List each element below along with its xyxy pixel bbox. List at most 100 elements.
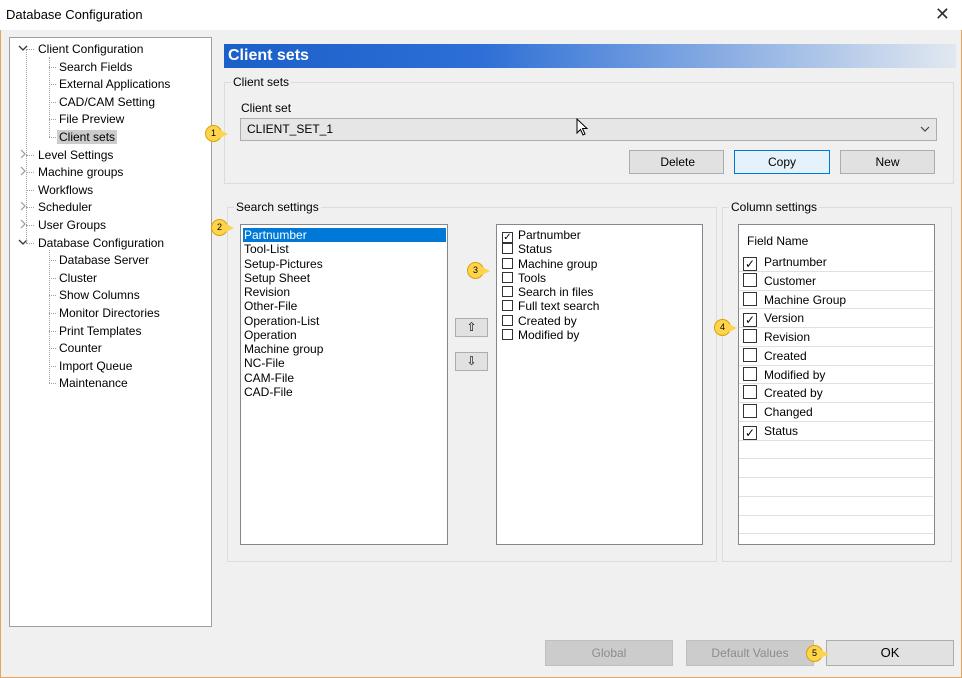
tree-item[interactable]: Client sets bbox=[57, 129, 118, 145]
list-item[interactable]: ✓ Partnumber bbox=[502, 228, 581, 243]
table-row[interactable]: Revision bbox=[739, 328, 933, 347]
tree-item[interactable]: Search Fields bbox=[57, 59, 134, 75]
tree-item[interactable]: Counter bbox=[57, 340, 104, 356]
move-up-button[interactable]: ⇧ bbox=[455, 318, 488, 337]
checkbox[interactable] bbox=[743, 404, 757, 418]
global-button[interactable]: Global bbox=[545, 640, 673, 666]
checkbox[interactable]: ✓ bbox=[743, 425, 757, 440]
move-down-button[interactable]: ⇩ bbox=[455, 352, 488, 371]
list-item[interactable]: Search in files bbox=[502, 285, 593, 299]
list-item[interactable]: Status bbox=[502, 242, 552, 256]
list-item[interactable]: Revision bbox=[244, 285, 290, 299]
delete-button[interactable]: Delete bbox=[629, 150, 724, 174]
tree-connector bbox=[49, 66, 56, 68]
checkbox[interactable] bbox=[502, 257, 513, 269]
tree-item[interactable]: User Groups bbox=[36, 217, 108, 233]
checkbox[interactable] bbox=[743, 272, 757, 287]
checkbox[interactable] bbox=[502, 328, 513, 340]
tree-connector bbox=[49, 348, 56, 350]
list-item[interactable]: Full text search bbox=[502, 299, 599, 313]
copy-button[interactable]: Copy bbox=[734, 150, 830, 174]
tree-item[interactable]: Maintenance bbox=[57, 375, 130, 391]
tree-item[interactable]: External Applications bbox=[57, 76, 172, 92]
column-settings-grid[interactable]: Field Name ✓ Partnumber Customer Machine Gr… bbox=[738, 224, 935, 545]
table-row[interactable] bbox=[739, 516, 933, 535]
table-row[interactable]: ✓ Partnumber bbox=[739, 253, 933, 272]
list-item[interactable]: Partnumber bbox=[243, 228, 446, 242]
tree-item[interactable]: Client Configuration bbox=[36, 41, 145, 57]
tree-item-label: External Applications bbox=[59, 77, 171, 92]
table-row[interactable]: Created bbox=[739, 347, 933, 366]
checkbox[interactable]: ✓ bbox=[743, 257, 757, 271]
checkbox[interactable] bbox=[743, 329, 757, 343]
list-item[interactable]: Machine group bbox=[502, 257, 597, 271]
search-options-list[interactable]: ✓ Partnumber Status Machine group Tools Searc… bbox=[496, 224, 703, 545]
search-fields-list[interactable]: Partnumber Tool-List Setup-Pictures Setup S… bbox=[240, 224, 448, 545]
default-values-button[interactable]: Default Values bbox=[686, 640, 814, 666]
list-item[interactable]: Tool-List bbox=[244, 242, 289, 256]
checkbox[interactable] bbox=[743, 291, 757, 306]
tree-item[interactable]: Level Settings bbox=[36, 147, 115, 163]
tree-item-label: CAD/CAM Setting bbox=[59, 94, 156, 109]
list-item[interactable]: Operation bbox=[244, 328, 297, 342]
tree-item[interactable]: Scheduler bbox=[36, 199, 94, 215]
tree-item[interactable]: Monitor Directories bbox=[57, 305, 162, 321]
tree-item-label: Monitor Directories bbox=[59, 306, 160, 320]
ok-button[interactable]: OK bbox=[826, 640, 954, 666]
list-item[interactable]: Machine group bbox=[244, 342, 323, 356]
tree-item-label: Client sets bbox=[57, 130, 118, 144]
tree-item[interactable]: File Preview bbox=[57, 111, 126, 127]
tree-item[interactable]: Import Queue bbox=[57, 358, 134, 374]
list-item[interactable]: Tools bbox=[502, 271, 546, 285]
table-row[interactable] bbox=[739, 441, 933, 460]
close-icon[interactable]: ✕ bbox=[935, 4, 950, 25]
column-name: Version bbox=[764, 311, 805, 326]
table-row[interactable]: Modified by bbox=[739, 366, 933, 385]
checkbox[interactable] bbox=[743, 385, 757, 400]
table-row[interactable]: Customer bbox=[739, 272, 933, 291]
checkbox[interactable] bbox=[743, 347, 757, 362]
navigation-tree[interactable]: Client Configuration Search Fields Externa… bbox=[9, 37, 212, 627]
list-item[interactable]: CAD-File bbox=[244, 385, 293, 399]
table-row[interactable]: ✓ Version bbox=[739, 309, 933, 328]
table-row[interactable]: ✓ Status bbox=[739, 422, 933, 441]
table-row[interactable]: Changed bbox=[739, 403, 933, 422]
list-item-label: Machine group bbox=[518, 256, 598, 271]
tree-item[interactable]: Cluster bbox=[57, 270, 99, 286]
table-row[interactable] bbox=[739, 497, 933, 516]
list-item[interactable]: Created by bbox=[502, 314, 577, 328]
list-item[interactable]: Modified by bbox=[502, 328, 579, 342]
checkbox[interactable] bbox=[502, 300, 513, 312]
tree-item[interactable]: Machine groups bbox=[36, 164, 125, 180]
tree-item[interactable]: CAD/CAM Setting bbox=[57, 94, 157, 110]
checkbox[interactable]: ✓ bbox=[743, 313, 757, 328]
mouse-cursor-icon bbox=[576, 118, 589, 136]
tree-item[interactable]: Print Templates bbox=[57, 323, 143, 339]
list-item[interactable]: CAM-File bbox=[244, 371, 294, 385]
list-item[interactable]: NC-File bbox=[244, 356, 285, 370]
list-item[interactable]: Other-File bbox=[244, 299, 297, 313]
column-name: Partnumber bbox=[764, 255, 827, 269]
table-row[interactable]: Machine Group bbox=[739, 291, 933, 310]
checkbox[interactable] bbox=[502, 271, 513, 283]
tree-item[interactable]: Database Server bbox=[57, 252, 151, 268]
new-button[interactable]: New bbox=[840, 150, 935, 174]
tree-item-label: Show Columns bbox=[59, 288, 140, 303]
checkbox[interactable] bbox=[743, 366, 757, 381]
list-item[interactable]: Operation-List bbox=[244, 314, 319, 328]
field-name-column-header: Field Name bbox=[747, 234, 809, 248]
list-item[interactable]: Setup Sheet bbox=[244, 271, 310, 285]
tree-item[interactable]: Workflows bbox=[36, 182, 95, 198]
list-item-label: Modified by bbox=[518, 327, 580, 342]
table-row[interactable] bbox=[739, 478, 933, 497]
tree-item[interactable]: Database Configuration bbox=[36, 235, 166, 251]
tree-item[interactable]: Show Columns bbox=[57, 287, 142, 303]
checkbox[interactable] bbox=[502, 314, 513, 326]
tree-connector bbox=[49, 119, 56, 121]
table-row[interactable] bbox=[739, 459, 933, 478]
tree-item-label: Database Configuration bbox=[38, 235, 165, 250]
checkbox[interactable] bbox=[502, 286, 513, 297]
table-row[interactable]: Created by bbox=[739, 384, 933, 403]
list-item[interactable]: Setup-Pictures bbox=[244, 257, 323, 271]
checkbox[interactable] bbox=[502, 243, 513, 255]
